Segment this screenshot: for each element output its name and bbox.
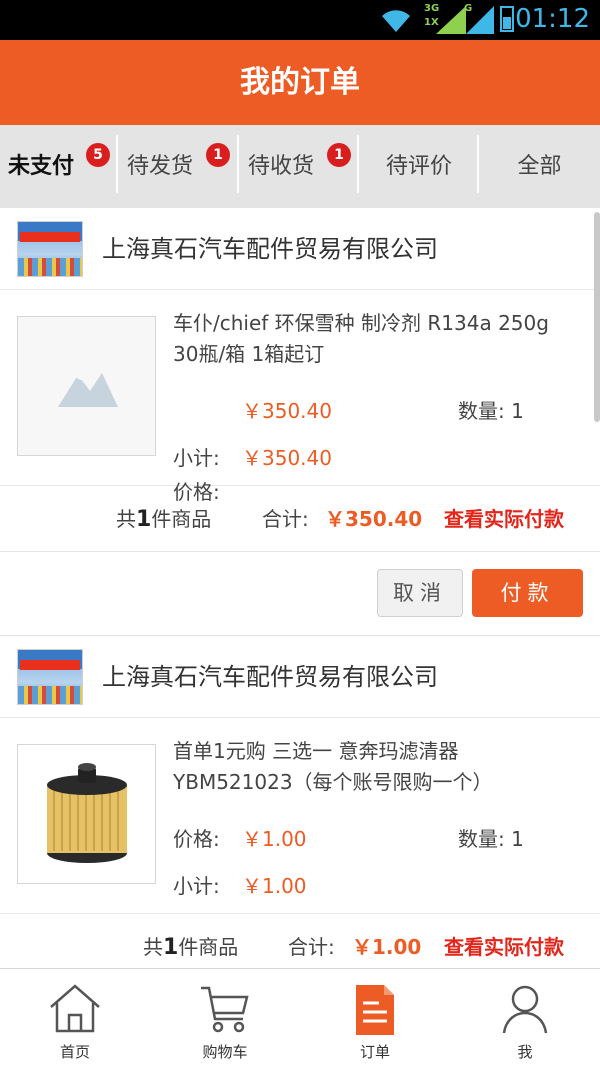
shop-header[interactable]: 上海真石汽车配件贸易有限公司 bbox=[0, 208, 600, 290]
product-name: 车仆/chief 环保雪种 制冷剂 R134a 250g 30瓶/箱 1箱起订 bbox=[173, 311, 549, 366]
total-label: 合计: bbox=[288, 935, 335, 959]
tab-all[interactable]: 全部 bbox=[479, 125, 600, 208]
shop-logo bbox=[17, 649, 83, 705]
quantity-label: 数量: 1 bbox=[458, 823, 524, 852]
product-thumbnail bbox=[17, 744, 156, 884]
order-card: 上海真石汽车配件贸易有限公司 首单1元购 三选一 意奔玛滤清器 YBM52102… bbox=[0, 636, 600, 968]
item-count-suffix: 件商品 bbox=[178, 935, 239, 959]
order-icon bbox=[356, 985, 394, 1035]
quantity-value: 1 bbox=[511, 399, 524, 423]
placeholder-image-icon bbox=[58, 370, 118, 407]
tab-unpaid[interactable]: 未支付 5 bbox=[0, 125, 118, 208]
quantity-label: 数量: 1 bbox=[458, 395, 524, 424]
user-icon bbox=[502, 985, 548, 1034]
wifi-icon bbox=[382, 10, 410, 32]
nav-label: 购物车 bbox=[202, 1043, 248, 1061]
tab-label: 未支付 bbox=[8, 154, 75, 179]
battery-icon bbox=[500, 6, 514, 32]
price-label: 价格: bbox=[173, 827, 220, 851]
nav-label: 订单 bbox=[359, 1043, 390, 1061]
nav-orders[interactable]: 订单 bbox=[300, 969, 450, 1067]
product-item[interactable]: 首单1元购 三选一 意奔玛滤清器 YBM521023（每个账号限购一个） 价格:… bbox=[0, 718, 600, 914]
product-thumbnail bbox=[17, 316, 156, 456]
scrollbar[interactable] bbox=[594, 212, 600, 422]
quantity-value: 1 bbox=[511, 827, 524, 851]
quantity-label-text: 数量: bbox=[458, 399, 505, 423]
tab-badge: 1 bbox=[327, 143, 351, 167]
tab-badge: 1 bbox=[206, 143, 230, 167]
pay-button[interactable]: 付款 bbox=[472, 569, 583, 617]
cart-icon bbox=[201, 986, 249, 1033]
oil-filter-image bbox=[47, 763, 127, 863]
product-name: 首单1元购 三选一 意奔玛滤清器 YBM521023（每个账号限购一个） bbox=[173, 739, 493, 794]
nav-label: 首页 bbox=[59, 1043, 90, 1061]
order-actions: 取消 付款 bbox=[0, 552, 600, 636]
item-count-prefix: 共 bbox=[116, 507, 136, 531]
tab-to-ship[interactable]: 待发货 1 bbox=[118, 125, 239, 208]
tab-to-review[interactable]: 待评价 bbox=[359, 125, 479, 208]
nav-label: 我 bbox=[517, 1043, 533, 1061]
order-summary: 共1件商品 合计: ￥350.40 查看实际付款 bbox=[0, 486, 600, 552]
tab-label: 全部 bbox=[517, 154, 562, 179]
subtotal-value: ￥1.00 bbox=[242, 874, 307, 898]
page-title: 我的订单 bbox=[0, 40, 600, 125]
shop-name: 上海真石汽车配件贸易有限公司 bbox=[102, 663, 438, 691]
cancel-button[interactable]: 取消 bbox=[377, 569, 463, 617]
tab-to-receive[interactable]: 待收货 1 bbox=[239, 125, 359, 208]
home-icon bbox=[50, 984, 100, 1033]
view-actual-payment-link[interactable]: 查看实际付款 bbox=[444, 914, 564, 968]
total-label: 合计: bbox=[262, 507, 309, 531]
item-count-suffix: 件商品 bbox=[151, 507, 212, 531]
subtotal-value: ￥350.40 bbox=[242, 446, 332, 470]
bottom-navigation: 首页 购物车 订单 我 bbox=[0, 968, 600, 1067]
quantity-label-text: 数量: bbox=[458, 827, 505, 851]
order-card: 上海真石汽车配件贸易有限公司 车仆/chief 环保雪种 制冷剂 R134a 2… bbox=[0, 208, 600, 636]
order-list[interactable]: 上海真石汽车配件贸易有限公司 车仆/chief 环保雪种 制冷剂 R134a 2… bbox=[0, 208, 600, 968]
clock: 01:12 bbox=[515, 4, 590, 34]
item-count-prefix: 共 bbox=[143, 935, 163, 959]
item-count: 共1件商品 bbox=[143, 914, 238, 968]
status-bar: 3G 1X G 01:12 bbox=[0, 0, 600, 40]
order-summary: 共1件商品 合计: ￥1.00 查看实际付款 bbox=[0, 914, 600, 968]
shop-header[interactable]: 上海真石汽车配件贸易有限公司 bbox=[0, 636, 600, 718]
product-item[interactable]: 车仆/chief 环保雪种 制冷剂 R134a 250g 30瓶/箱 1箱起订 … bbox=[0, 290, 600, 504]
subtotal-label: 小计: bbox=[173, 446, 220, 470]
tab-label: 待收货 bbox=[248, 154, 315, 179]
item-count: 共1件商品 bbox=[116, 486, 211, 553]
price-value: ￥350.40 bbox=[242, 399, 332, 423]
item-count-value: 1 bbox=[163, 935, 179, 960]
total-value: ￥350.40 bbox=[325, 507, 423, 531]
subtotal-label: 小计: bbox=[173, 874, 220, 898]
nav-me[interactable]: 我 bbox=[450, 969, 600, 1067]
nav-cart[interactable]: 购物车 bbox=[150, 969, 300, 1067]
total-value: ￥1.00 bbox=[352, 935, 422, 959]
view-actual-payment-link[interactable]: 查看实际付款 bbox=[444, 486, 564, 552]
tab-badge: 5 bbox=[86, 143, 110, 167]
shop-logo bbox=[17, 221, 83, 277]
tab-label: 待评价 bbox=[385, 154, 452, 179]
shop-name: 上海真石汽车配件贸易有限公司 bbox=[102, 235, 438, 263]
tab-label: 待发货 bbox=[127, 154, 194, 179]
price-value: ￥1.00 bbox=[242, 827, 307, 851]
order-status-tabs: 未支付 5 待发货 1 待收货 1 待评价 全部 bbox=[0, 125, 600, 208]
nav-home[interactable]: 首页 bbox=[0, 969, 150, 1067]
item-count-value: 1 bbox=[136, 507, 152, 532]
signal-icon-2 bbox=[466, 6, 494, 34]
signal-icon bbox=[436, 6, 466, 34]
